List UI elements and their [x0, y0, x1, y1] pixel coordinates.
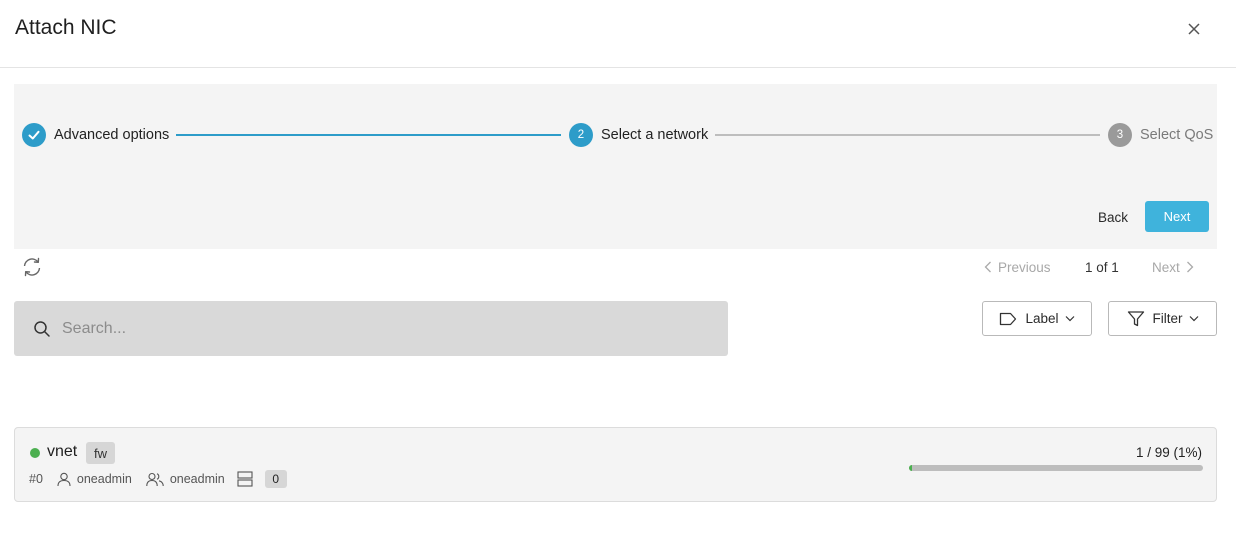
server-icon [237, 471, 253, 487]
label-button-text: Label [1025, 311, 1059, 326]
search-box[interactable] [14, 301, 728, 356]
network-tag: fw [86, 442, 115, 464]
close-button[interactable] [1183, 18, 1205, 40]
chevron-left-icon [984, 261, 991, 273]
step-connector-pending [715, 134, 1100, 136]
refresh-icon [23, 257, 41, 277]
next-button[interactable]: Next [1145, 201, 1209, 232]
label-tag-icon [999, 312, 1017, 326]
usage-progress-bar [909, 465, 1203, 471]
state-indicator [30, 448, 40, 458]
step-label: Advanced options [54, 127, 170, 143]
close-icon [1188, 23, 1200, 35]
dialog-header: Attach NIC [0, 0, 1236, 68]
user-icon [57, 472, 71, 487]
step-connector-completed [176, 134, 561, 136]
pagination-next-button[interactable]: Next [1152, 257, 1194, 277]
stepper-panel: Advanced options 2 Select a network 3 Se… [14, 84, 1217, 249]
pagination-next-label: Next [1152, 259, 1180, 275]
group-icon [146, 472, 164, 487]
step-advanced-options: Advanced options [22, 123, 169, 147]
step-completed-circle [22, 123, 46, 147]
chevron-down-icon [1065, 315, 1075, 322]
step-select-network: 2 Select a network [569, 123, 708, 147]
refresh-button[interactable] [21, 256, 43, 278]
back-button[interactable]: Back [1087, 201, 1139, 233]
pagination-page-info: 1 of 1 [1085, 259, 1119, 275]
network-meta: #0 oneadmin oneadmin 0 [29, 469, 287, 489]
chevron-down-icon [1189, 315, 1199, 322]
pagination-previous-label: Previous [998, 259, 1051, 275]
step-number-circle: 2 [569, 123, 593, 147]
network-group: oneadmin [169, 472, 225, 486]
step-label: Select QoS [1140, 127, 1214, 143]
chevron-right-icon [1186, 261, 1194, 273]
filter-button[interactable]: Filter [1108, 301, 1217, 336]
usage-text: 1 / 99 (1%) [1135, 445, 1202, 460]
pagination-previous-button[interactable]: Previous [984, 257, 1051, 277]
leases-count-badge: 0 [264, 470, 287, 488]
network-id: #0 [29, 472, 43, 486]
filter-icon [1127, 310, 1145, 328]
check-icon [28, 130, 40, 140]
search-input[interactable] [62, 319, 682, 338]
dialog-title: Attach NIC [15, 16, 117, 39]
filter-button-text: Filter [1152, 311, 1183, 326]
network-owner: oneadmin [76, 472, 132, 486]
network-list-item[interactable]: vnet fw #0 oneadmin oneadmin 0 1 / 99 (1… [14, 427, 1217, 502]
step-number-circle: 3 [1108, 123, 1132, 147]
network-name: vnet [47, 443, 78, 460]
search-icon [33, 320, 51, 338]
step-select-qos: 3 Select QoS [1108, 123, 1213, 147]
label-button[interactable]: Label [982, 301, 1092, 336]
usage-progress-fill [909, 465, 912, 471]
step-label: Select a network [601, 127, 709, 143]
